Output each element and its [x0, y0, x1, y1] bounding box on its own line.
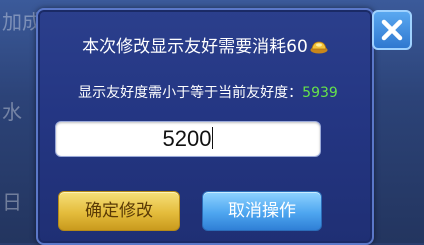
friendliness-input-value: 5200: [162, 126, 212, 151]
background-text: 水: [2, 100, 22, 124]
friendliness-info: 显示友好度需小于等于当前友好度：5939: [48, 84, 368, 102]
friendliness-input[interactable]: 5200: [55, 121, 321, 157]
cancel-operation-button[interactable]: 取消操作: [202, 191, 322, 231]
background-text: 日: [2, 190, 22, 214]
text-caret: [212, 127, 214, 149]
modify-friendliness-dialog: 本次修改显示友好需要消耗60 显示友好度需小于等于当前友好度：5939 5200…: [36, 8, 374, 245]
dialog-title: 本次修改显示友好需要消耗60: [38, 36, 372, 58]
dialog-title-text: 本次修改显示友好需要消耗60: [82, 37, 308, 57]
confirm-modify-button[interactable]: 确定修改: [58, 191, 180, 231]
close-icon: [381, 19, 403, 41]
current-friendliness-value: 5939: [302, 85, 338, 101]
close-button[interactable]: [372, 10, 412, 50]
gold-ingot-icon: [310, 38, 328, 54]
info-label: 显示友好度需小于等于当前友好度：: [78, 85, 303, 101]
